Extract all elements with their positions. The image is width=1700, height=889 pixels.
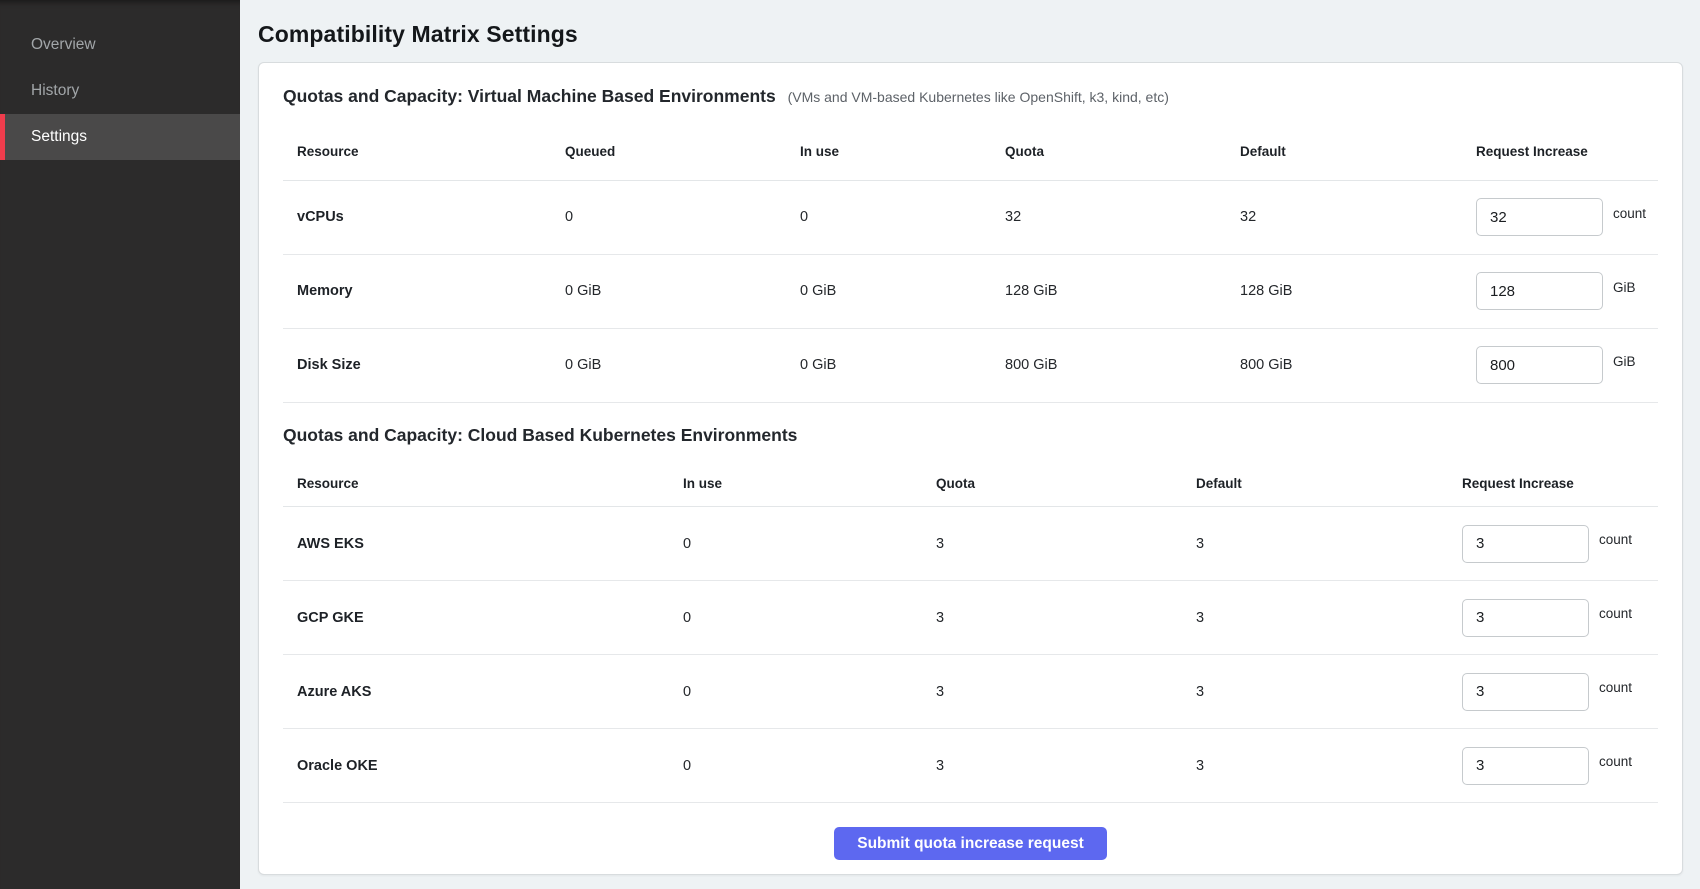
quota-value: 3 — [922, 507, 1182, 581]
default-value: 3 — [1182, 507, 1462, 581]
request-increase-input[interactable] — [1462, 747, 1589, 785]
request-increase-cell: GiB — [1476, 272, 1658, 310]
request-increase-cell: count — [1462, 525, 1658, 563]
request-increase-input[interactable] — [1476, 346, 1603, 384]
vm-quota-table: Resource Queued In use Quota Default Req… — [283, 124, 1658, 403]
quota-value: 3 — [922, 581, 1182, 655]
request-increase-cell: count — [1462, 673, 1658, 711]
request-increase-input[interactable] — [1462, 525, 1589, 563]
default-value: 3 — [1182, 581, 1462, 655]
table-row: GCP GKE 0 3 3 count — [283, 581, 1658, 655]
sidebar-nav: Overview History Settings — [0, 0, 240, 160]
column-header-queued: Queued — [551, 124, 786, 180]
default-value: 32 — [1226, 180, 1476, 254]
section-title-text: Quotas and Capacity: Virtual Machine Bas… — [283, 86, 776, 106]
resource-name: vCPUs — [283, 180, 551, 254]
section-title-text: Quotas and Capacity: Cloud Based Kuberne… — [283, 425, 797, 445]
quota-value: 32 — [991, 180, 1226, 254]
in-use-value: 0 — [669, 655, 922, 729]
column-header-resource: Resource — [283, 124, 551, 180]
table-header-row: Resource Queued In use Quota Default Req… — [283, 124, 1658, 180]
sidebar-item-settings[interactable]: Settings — [0, 114, 240, 160]
in-use-value: 0 — [669, 581, 922, 655]
unit-label: count — [1599, 754, 1632, 769]
active-indicator — [0, 114, 5, 160]
page-title: Compatibility Matrix Settings — [258, 19, 1683, 49]
in-use-value: 0 GiB — [786, 254, 991, 328]
main-content: Compatibility Matrix Settings Quotas and… — [240, 0, 1700, 889]
default-value: 3 — [1182, 655, 1462, 729]
column-header-default: Default — [1226, 124, 1476, 180]
unit-label: count — [1599, 606, 1632, 621]
column-header-resource: Resource — [283, 461, 669, 507]
resource-name: AWS EKS — [283, 507, 669, 581]
in-use-value: 0 — [786, 180, 991, 254]
column-header-request-increase: Request Increase — [1462, 461, 1658, 507]
in-use-value: 0 — [669, 507, 922, 581]
table-row: vCPUs 0 0 32 32 count — [283, 180, 1658, 254]
column-header-default: Default — [1182, 461, 1462, 507]
app-window: Overview History Settings Compatibility … — [0, 0, 1700, 889]
default-value: 800 GiB — [1226, 328, 1476, 402]
sidebar-item-label: Settings — [31, 128, 87, 146]
unit-label: count — [1599, 532, 1632, 547]
unit-label: GiB — [1613, 354, 1636, 369]
resource-name: Oracle OKE — [283, 729, 669, 803]
column-header-quota: Quota — [922, 461, 1182, 507]
column-header-in-use: In use — [786, 124, 991, 180]
resource-name: GCP GKE — [283, 581, 669, 655]
unit-label: count — [1613, 206, 1646, 221]
column-header-in-use: In use — [669, 461, 922, 507]
quota-value: 3 — [922, 729, 1182, 803]
table-row: AWS EKS 0 3 3 count — [283, 507, 1658, 581]
section-subtitle: (VMs and VM-based Kubernetes like OpenSh… — [788, 89, 1169, 105]
queued-value: 0 GiB — [551, 328, 786, 402]
resource-name: Azure AKS — [283, 655, 669, 729]
request-increase-cell: count — [1462, 599, 1658, 637]
table-row: Disk Size 0 GiB 0 GiB 800 GiB 800 GiB Gi… — [283, 328, 1658, 402]
column-header-request-increase: Request Increase — [1476, 124, 1658, 180]
request-increase-input[interactable] — [1462, 599, 1589, 637]
button-row: Submit quota increase request — [283, 827, 1658, 860]
in-use-value: 0 — [669, 729, 922, 803]
section-title-vm: Quotas and Capacity: Virtual Machine Bas… — [283, 83, 1658, 110]
request-increase-cell: GiB — [1476, 346, 1658, 384]
queued-value: 0 GiB — [551, 254, 786, 328]
cloud-quota-table: Resource In use Quota Default Request In… — [283, 461, 1658, 804]
quota-value: 800 GiB — [991, 328, 1226, 402]
resource-name: Memory — [283, 254, 551, 328]
request-increase-input[interactable] — [1462, 673, 1589, 711]
table-header-row: Resource In use Quota Default Request In… — [283, 461, 1658, 507]
default-value: 128 GiB — [1226, 254, 1476, 328]
resource-name: Disk Size — [283, 328, 551, 402]
table-row: Memory 0 GiB 0 GiB 128 GiB 128 GiB GiB — [283, 254, 1658, 328]
default-value: 3 — [1182, 729, 1462, 803]
settings-card: Quotas and Capacity: Virtual Machine Bas… — [258, 62, 1683, 875]
table-row: Azure AKS 0 3 3 count — [283, 655, 1658, 729]
request-increase-input[interactable] — [1476, 272, 1603, 310]
quota-value: 3 — [922, 655, 1182, 729]
submit-button[interactable]: Submit quota increase request — [834, 827, 1107, 860]
table-row: Oracle OKE 0 3 3 count — [283, 729, 1658, 803]
unit-label: GiB — [1613, 280, 1636, 295]
request-increase-cell: count — [1476, 198, 1658, 236]
column-header-quota: Quota — [991, 124, 1226, 180]
sidebar: Overview History Settings — [0, 0, 240, 889]
unit-label: count — [1599, 680, 1632, 695]
queued-value: 0 — [551, 180, 786, 254]
request-increase-input[interactable] — [1476, 198, 1603, 236]
sidebar-item-overview[interactable]: Overview — [0, 22, 240, 68]
section-title-cloud: Quotas and Capacity: Cloud Based Kuberne… — [283, 423, 1658, 447]
in-use-value: 0 GiB — [786, 328, 991, 402]
request-increase-cell: count — [1462, 747, 1658, 785]
sidebar-item-history[interactable]: History — [0, 68, 240, 114]
quota-value: 128 GiB — [991, 254, 1226, 328]
